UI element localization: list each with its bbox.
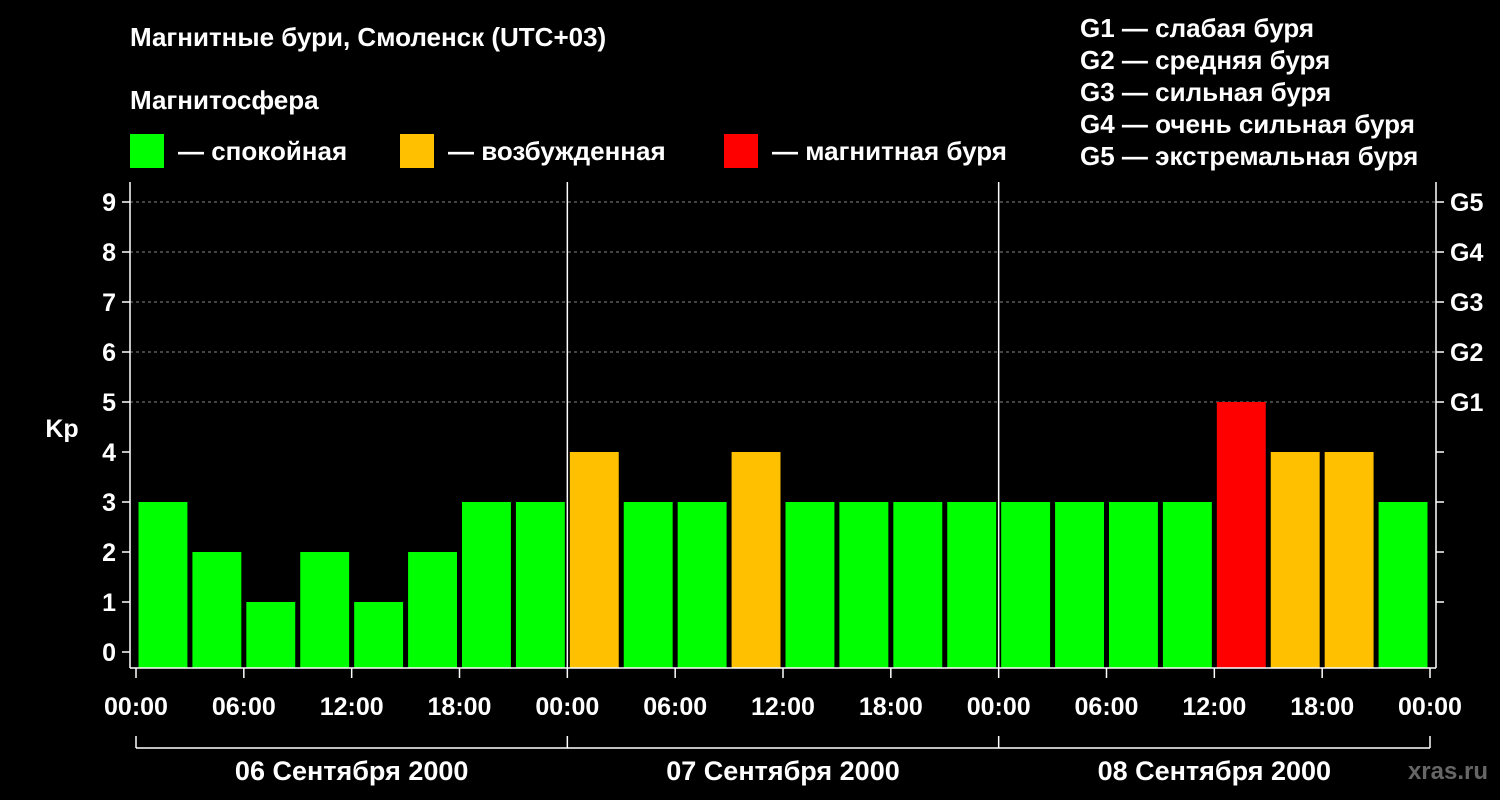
bar [1001,502,1051,668]
bar [300,552,350,668]
y-axis-label: Kp [45,415,78,443]
site-watermark: xras.ru [1407,758,1488,785]
x-tick-label: 06:00 [1075,693,1139,721]
y-tick-label: 5 [102,389,116,417]
right-axis-label: G4 [1450,239,1483,267]
right-axis-label: G1 [1450,389,1483,417]
bar [1270,452,1320,668]
x-tick-label: 18:00 [428,693,492,721]
bar [1055,502,1104,668]
x-tick-label: 06:00 [212,693,276,721]
bar [677,502,727,668]
y-tick-label: 2 [102,539,116,567]
right-axis-label: G3 [1450,289,1483,317]
right-axis-label: G5 [1450,189,1483,217]
bar [839,502,889,668]
bar [1162,502,1212,668]
day-label: 06 Сентября 2000 [235,756,468,786]
bar [623,502,673,668]
x-tick-label: 12:00 [320,693,384,721]
day-label: 08 Сентября 2000 [1098,756,1331,786]
bar [138,502,188,668]
bar [893,502,943,668]
x-tick-label: 00:00 [104,693,168,721]
x-tick-label: 12:00 [1182,693,1246,721]
y-tick-label: 8 [102,239,116,267]
bar [1324,452,1374,668]
bar [408,552,457,668]
y-tick-label: 9 [102,189,116,217]
x-tick-label: 12:00 [751,693,815,721]
x-tick-label: 00:00 [967,693,1031,721]
bar [192,552,242,668]
x-tick-label: 06:00 [643,693,707,721]
day-label: 07 Сентября 2000 [666,756,899,786]
bar [462,502,511,668]
y-tick-label: 6 [102,339,116,367]
bar [515,502,565,668]
x-tick-label: 18:00 [1290,693,1354,721]
x-tick-label: 00:00 [535,693,599,721]
y-tick-label: 3 [102,489,116,517]
bar [1109,502,1158,668]
bar [785,502,835,668]
bar [246,602,296,668]
bar [354,602,404,668]
bar [1216,402,1266,668]
bar [731,452,781,668]
x-tick-label: 18:00 [859,693,923,721]
y-tick-label: 4 [102,439,116,467]
kp-chart: 0 1 2 3 4 5 6 7 8 9 G1 G2 G3 G4 G5 Kp 00:00 06:00 12:00 18:… [45,182,1483,786]
bar [947,502,997,668]
x-tick-label: 00:00 [1398,693,1462,721]
y-tick-label: 0 [102,639,116,667]
right-axis-label: G2 [1450,339,1483,367]
bar [569,452,619,668]
bar [1378,502,1428,668]
y-tick-label: 1 [102,589,116,617]
y-tick-label: 7 [102,289,116,317]
